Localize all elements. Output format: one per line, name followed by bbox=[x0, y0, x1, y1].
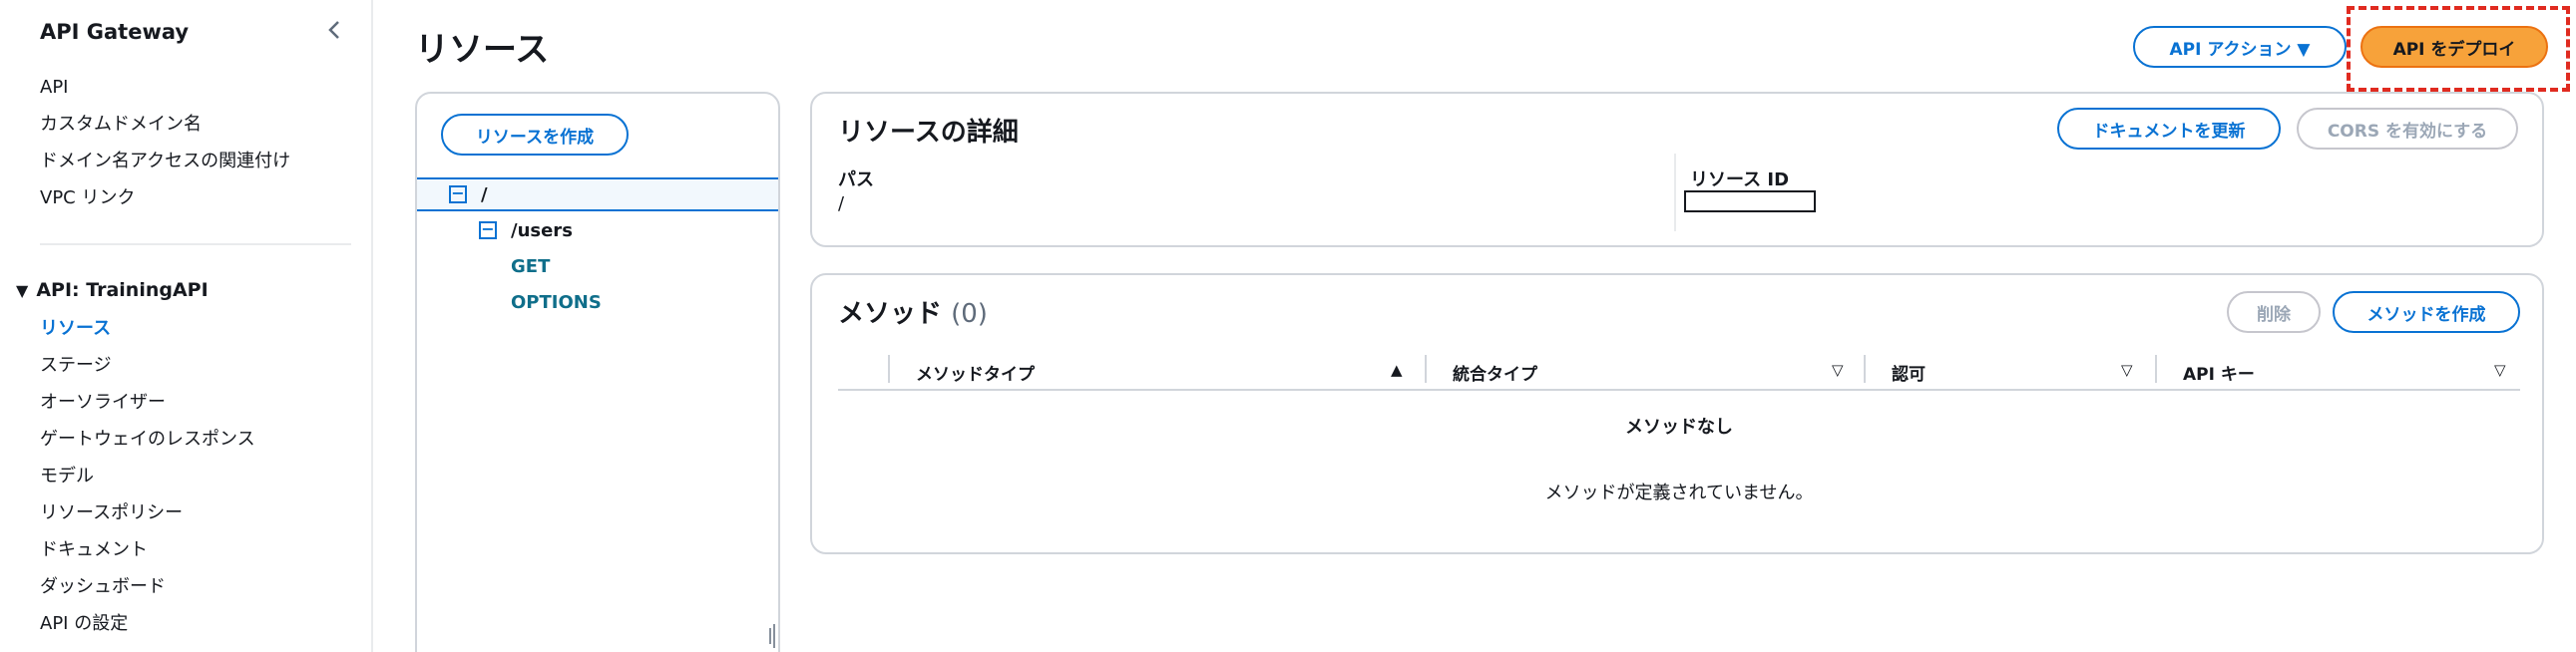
sort-icon[interactable]: ▽ bbox=[2121, 361, 2133, 379]
sort-ascending-icon[interactable]: ▲ bbox=[1391, 361, 1403, 379]
enable-cors-button[interactable]: CORS を有効にする bbox=[2297, 108, 2518, 150]
column-header-authorization[interactable]: 認可 bbox=[1892, 355, 1926, 389]
tree-item-root[interactable]: − / bbox=[417, 177, 778, 211]
tree-item-label: /users bbox=[511, 219, 573, 241]
sidebar-api-nav: リソース ステージ オーソライザー ゲートウェイのレスポンス モデル リソースポ… bbox=[40, 310, 255, 642]
sidebar-item-vpc-link[interactable]: VPC リンク bbox=[40, 179, 290, 216]
sidebar-item-api[interactable]: API bbox=[40, 69, 290, 106]
sidebar-group-label: API: TrainingAPI bbox=[36, 279, 209, 301]
column-header-method-type[interactable]: メソッドタイプ bbox=[916, 355, 1035, 389]
caret-down-icon: ▼ bbox=[16, 281, 29, 300]
sidebar: API Gateway API カスタムドメイン名 ドメイン名アクセスの関連付け… bbox=[0, 0, 373, 652]
column-header-api-key[interactable]: API キー bbox=[2183, 355, 2255, 389]
empty-state-text: メソッドが定義されていません。 bbox=[1544, 483, 1814, 503]
methods-count: (0) bbox=[951, 299, 988, 329]
tree-method-label: OPTIONS bbox=[511, 291, 602, 313]
tree-item-users[interactable]: − /users bbox=[417, 213, 778, 247]
tree-method-get[interactable]: GET bbox=[417, 249, 778, 283]
chevron-left-icon[interactable] bbox=[321, 16, 349, 44]
create-method-button[interactable]: メソッドを作成 bbox=[2333, 291, 2520, 333]
resource-details-card bbox=[810, 92, 2544, 247]
sidebar-item-resources[interactable]: リソース bbox=[40, 310, 255, 347]
methods-title: メソッド (0) bbox=[838, 293, 988, 330]
resource-details-title: リソースの詳細 bbox=[838, 118, 1019, 148]
resize-handle-icon[interactable] bbox=[768, 624, 776, 648]
sort-icon[interactable]: ▽ bbox=[1832, 361, 1844, 379]
delete-method-button[interactable]: 削除 bbox=[2227, 291, 2321, 333]
collapse-icon[interactable]: − bbox=[449, 185, 467, 203]
sidebar-title: API Gateway bbox=[40, 20, 190, 44]
page-title: リソース bbox=[415, 30, 550, 70]
path-label: パス bbox=[838, 169, 874, 190]
sidebar-item-dashboard[interactable]: ダッシュボード bbox=[40, 568, 255, 605]
methods-title-label: メソッド bbox=[838, 299, 943, 329]
sidebar-item-stages[interactable]: ステージ bbox=[40, 347, 255, 384]
update-documentation-button[interactable]: ドキュメントを更新 bbox=[2057, 108, 2281, 150]
resource-id-label: リソース ID bbox=[1690, 169, 1790, 190]
sidebar-item-resource-policy[interactable]: リソースポリシー bbox=[40, 494, 255, 531]
highlight-box bbox=[2347, 6, 2570, 92]
column-separator bbox=[1425, 355, 1427, 383]
collapse-icon[interactable]: − bbox=[479, 221, 497, 239]
sidebar-item-gateway-responses[interactable]: ゲートウェイのレスポンス bbox=[40, 421, 255, 458]
sidebar-item-documentation[interactable]: ドキュメント bbox=[40, 531, 255, 568]
sidebar-group-title[interactable]: ▼ API: TrainingAPI bbox=[16, 279, 209, 301]
sidebar-item-api-settings[interactable]: API の設定 bbox=[40, 605, 255, 642]
column-header-integration-type[interactable]: 統合タイプ bbox=[1453, 355, 1537, 389]
resource-id-value bbox=[1684, 190, 1816, 212]
api-actions-button[interactable]: API アクション ▼ bbox=[2133, 26, 2347, 68]
tree-method-options[interactable]: OPTIONS bbox=[417, 285, 778, 319]
column-separator bbox=[1864, 355, 1866, 383]
tree-item-label: / bbox=[481, 183, 488, 205]
sidebar-item-models[interactable]: モデル bbox=[40, 458, 255, 494]
empty-state-title: メソッドなし bbox=[1625, 417, 1733, 438]
path-value: / bbox=[838, 193, 845, 214]
sidebar-item-domain-access[interactable]: ドメイン名アクセスの関連付け bbox=[40, 143, 290, 179]
column-separator bbox=[2155, 355, 2157, 383]
table-header-divider bbox=[838, 389, 2520, 391]
resource-tree-panel: リソースを作成 − / − /users GET OPTIONS bbox=[415, 92, 780, 652]
sidebar-item-authorizers[interactable]: オーソライザー bbox=[40, 384, 255, 421]
create-resource-button[interactable]: リソースを作成 bbox=[441, 114, 629, 156]
column-separator bbox=[888, 355, 890, 383]
sidebar-item-custom-domain[interactable]: カスタムドメイン名 bbox=[40, 106, 290, 143]
sidebar-top-nav: API カスタムドメイン名 ドメイン名アクセスの関連付け VPC リンク bbox=[40, 69, 290, 216]
sidebar-divider bbox=[40, 243, 351, 245]
sort-icon[interactable]: ▽ bbox=[2494, 361, 2506, 379]
details-divider bbox=[1674, 154, 1676, 231]
tree-method-label: GET bbox=[511, 255, 551, 277]
